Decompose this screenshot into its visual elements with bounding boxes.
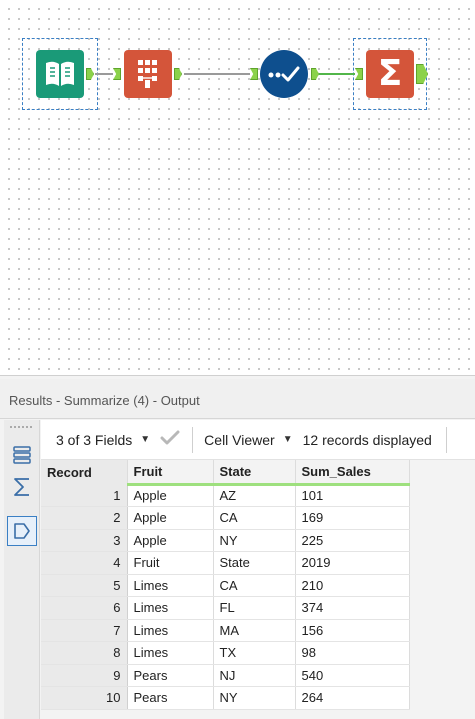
sigma-outline-icon: [14, 478, 29, 496]
connection-3: [319, 73, 355, 75]
record-number-cell[interactable]: 8: [41, 641, 128, 665]
fields-label: 3 of 3 Fields: [56, 431, 133, 448]
record-number-cell[interactable]: 7: [41, 619, 128, 642]
table-cell[interactable]: 156: [295, 619, 410, 642]
list-rows-icon: [13, 446, 31, 464]
connection-2: [184, 73, 250, 75]
table-row[interactable]: 6 Limes FL 374: [41, 596, 410, 620]
table-cell[interactable]: 264: [295, 686, 410, 710]
record-number-cell[interactable]: 1: [41, 484, 128, 507]
table-cell[interactable]: FL: [213, 596, 296, 620]
dots-check-icon: [268, 66, 300, 82]
browse-or-dots-tool[interactable]: [260, 50, 308, 98]
results-panel: Results - Summarize (4) - Output 3 of 3 …: [0, 375, 475, 719]
record-number-cell[interactable]: 5: [41, 574, 128, 597]
table-cell[interactable]: CA: [213, 506, 296, 530]
table-cell[interactable]: Limes: [127, 619, 214, 642]
results-title: Results - Summarize (4) - Output: [0, 379, 475, 419]
circle-tool-input-anchor[interactable]: [250, 68, 258, 80]
toolbar-divider-2: [445, 426, 447, 453]
table-cell[interactable]: Apple: [127, 506, 214, 530]
table-cell[interactable]: Limes: [127, 596, 214, 620]
sigma-icon: Σ: [377, 53, 403, 94]
table-row[interactable]: 10 Pears NY 264: [41, 686, 410, 710]
table-cell[interactable]: 225: [295, 529, 410, 552]
results-side-toolbar: [4, 420, 40, 719]
table-cell[interactable]: Limes: [127, 574, 214, 597]
summarize-view-button[interactable]: [7, 472, 37, 502]
record-number-cell[interactable]: 10: [41, 686, 128, 710]
table-view-button[interactable]: [7, 440, 37, 470]
table-cell[interactable]: 98: [295, 641, 410, 665]
table-cell[interactable]: Pears: [127, 664, 214, 687]
table-cell[interactable]: Pears: [127, 686, 214, 710]
book-icon: [46, 61, 74, 86]
output-anchor-view-button[interactable]: [7, 516, 37, 546]
table-header-row: Record Fruit State Sum_Sales: [41, 460, 410, 486]
table-cell[interactable]: 210: [295, 574, 410, 597]
table-cell[interactable]: NJ: [213, 664, 296, 687]
select-tool-output-anchor[interactable]: [174, 68, 182, 80]
drag-grip[interactable]: [10, 426, 32, 428]
table-cell[interactable]: CA: [213, 574, 296, 597]
toolbar-divider: [192, 426, 194, 453]
table-row[interactable]: 3 Apple NY 225: [41, 529, 410, 552]
output-tag-icon: [14, 523, 30, 539]
table-cell[interactable]: TX: [213, 641, 296, 665]
summarize-tool[interactable]: Σ: [366, 50, 414, 98]
records-count: 12 records displayed: [302, 431, 432, 448]
record-number-cell[interactable]: 4: [41, 551, 128, 575]
record-number-cell[interactable]: 2: [41, 506, 128, 530]
column-header-sum-sales[interactable]: Sum_Sales: [295, 460, 410, 486]
table-cell[interactable]: MA: [213, 619, 296, 642]
record-number-cell[interactable]: 6: [41, 596, 128, 620]
table-row[interactable]: 5 Limes CA 210: [41, 574, 410, 597]
table-row[interactable]: 8 Limes TX 98: [41, 641, 410, 665]
connection-1: [95, 73, 113, 75]
caret-down-icon: ▼: [282, 434, 293, 445]
table-cell[interactable]: NY: [213, 686, 296, 710]
table-row[interactable]: 9 Pears NJ 540: [41, 664, 410, 687]
table-cell[interactable]: State: [213, 551, 296, 575]
results-grid[interactable]: Record Fruit State Sum_Sales 1 Apple AZ 101…: [41, 460, 475, 719]
table-cell[interactable]: NY: [213, 529, 296, 552]
input-data-tool[interactable]: [36, 50, 84, 98]
table-row[interactable]: 4 Fruit State 2019: [41, 551, 410, 575]
table-row[interactable]: 2 Apple CA 169: [41, 506, 410, 530]
checkmark-icon[interactable]: [160, 430, 180, 449]
select-tool[interactable]: [124, 50, 172, 98]
cell-viewer-dropdown[interactable]: Cell Viewer ▼: [204, 432, 292, 448]
table-cell[interactable]: 169: [295, 506, 410, 530]
table-cell[interactable]: 374: [295, 596, 410, 620]
table-cell[interactable]: AZ: [213, 484, 296, 507]
column-header-state[interactable]: State: [213, 460, 296, 486]
table-cell[interactable]: Limes: [127, 641, 214, 665]
grid-select-icon: [138, 60, 157, 88]
table-cell[interactable]: 2019: [295, 551, 410, 575]
table-cell[interactable]: Fruit: [127, 551, 214, 575]
column-header-fruit[interactable]: Fruit: [127, 460, 214, 486]
table-cell[interactable]: 101: [295, 484, 410, 507]
table-cell[interactable]: 540: [295, 664, 410, 687]
record-number-cell[interactable]: 9: [41, 664, 128, 687]
cell-viewer-label: Cell Viewer: [204, 431, 275, 448]
caret-down-icon: ▼: [140, 434, 151, 445]
workflow-canvas[interactable]: Σ: [0, 0, 475, 375]
fields-dropdown[interactable]: 3 of 3 Fields ▼: [56, 432, 150, 448]
column-header-record[interactable]: Record: [41, 460, 128, 484]
table-cell[interactable]: Apple: [127, 484, 214, 507]
table-cell[interactable]: Apple: [127, 529, 214, 552]
results-toolbar: 3 of 3 Fields ▼ Cell Viewer ▼ 12 records…: [41, 420, 475, 460]
record-number-cell[interactable]: 3: [41, 529, 128, 552]
results-table: Record Fruit State Sum_Sales 1 Apple AZ 101…: [41, 460, 410, 710]
table-row[interactable]: 1 Apple AZ 101: [41, 484, 410, 507]
circle-tool-output-anchor[interactable]: [311, 68, 319, 80]
table-row[interactable]: 7 Limes MA 156: [41, 619, 410, 642]
select-tool-input-anchor[interactable]: [113, 68, 121, 80]
